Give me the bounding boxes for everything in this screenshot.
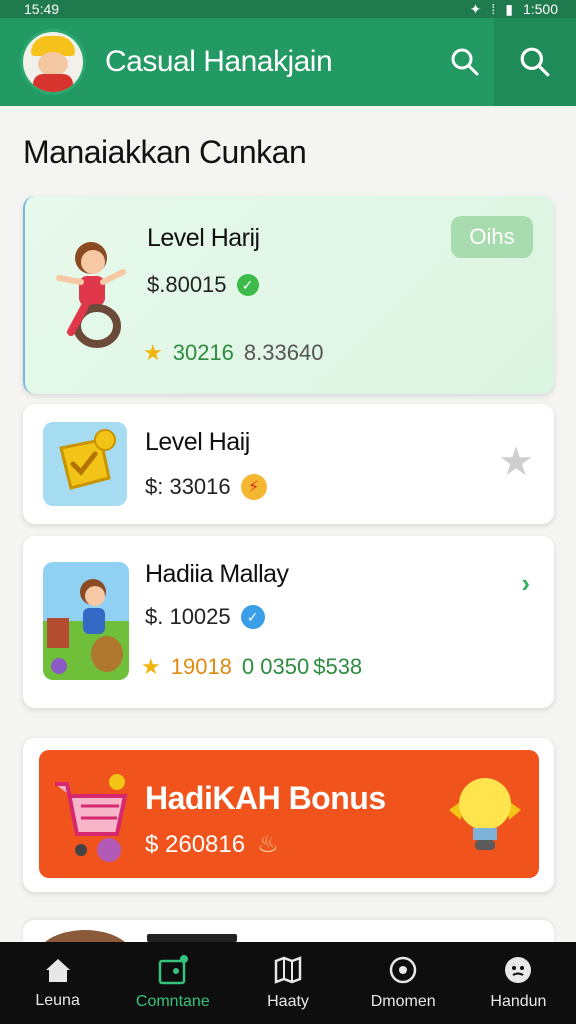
- star-icon: ★: [143, 340, 163, 365]
- card-price: $.80015 ✓: [147, 272, 259, 298]
- search-button-secondary[interactable]: [494, 18, 576, 106]
- battery-level: 1:500: [522, 1, 558, 17]
- wifi-icon: ✦: [469, 0, 482, 17]
- status-icons: ✦ ⁞ ▮ 1:500: [470, 1, 558, 18]
- app-title: Casual Hanakjain: [105, 45, 333, 78]
- nav-label: Comntane: [135, 993, 210, 1010]
- price-value: $.80015: [147, 272, 227, 297]
- nav-label: Haaty: [267, 993, 309, 1010]
- level-card[interactable]: Level Haij $: 33016 ⚡ ★: [23, 404, 554, 524]
- rating-value: 19018: [170, 654, 232, 679]
- section-title: Manaiakkan Cunkan: [23, 134, 307, 170]
- shopping-cart-icon: [55, 774, 128, 862]
- price-value: $. 10025: [145, 604, 231, 629]
- reward-card[interactable]: Hadiia Mallay $. 10025 ✓ › ★ 19018 0 035…: [23, 536, 554, 708]
- status-badge[interactable]: Oihs: [451, 216, 533, 258]
- nav-label: Dmomen: [370, 993, 436, 1010]
- check-icon: ✓: [236, 274, 259, 296]
- nav-label: Leuna: [35, 992, 80, 1009]
- nav-item-profile[interactable]: Handun: [461, 942, 576, 1024]
- nav-item-wallet[interactable]: Comntane: [115, 942, 230, 1024]
- search-icon: [520, 47, 550, 77]
- price-value: $: 33016: [145, 474, 231, 499]
- badge-thumbnail: [43, 422, 127, 506]
- card-stats: ★ 30216 8.33640: [143, 340, 323, 366]
- stat-value: 8.33640: [243, 340, 324, 365]
- card-stats: ★ 19018 0 0350 $538: [141, 654, 362, 680]
- shield-check-icon: [59, 429, 116, 490]
- chevron-right-icon[interactable]: ›: [521, 568, 530, 599]
- target-icon: [389, 956, 417, 984]
- girl-ring-illustration: [56, 242, 126, 348]
- search-button[interactable]: [436, 18, 494, 106]
- fire-icon: ⚡: [240, 474, 267, 500]
- nav-item-home[interactable]: Leuna: [0, 942, 115, 1024]
- map-icon: [274, 956, 302, 984]
- card-title: Level Haij: [145, 428, 250, 456]
- card-price: $. 10025 ✓: [145, 604, 265, 630]
- nav-label: Handun: [490, 993, 547, 1010]
- girl-garden-thumbnail: [43, 562, 129, 680]
- bonus-banner[interactable]: HadiKAH Bonus $ 260816 ♨: [39, 750, 539, 878]
- card-price: $: 33016 ⚡: [145, 474, 267, 500]
- bonus-price: $ 260816 ♨: [145, 830, 279, 859]
- status-time: 15:49: [24, 1, 60, 17]
- nav-item-map[interactable]: Haaty: [230, 942, 345, 1024]
- wallet-icon: [158, 955, 188, 985]
- level-card[interactable]: Level Harij $.80015 ✓ Oihs ★ 30216 8.336…: [23, 196, 554, 394]
- avatar[interactable]: [23, 32, 83, 92]
- price-value: $ 260816: [145, 830, 246, 858]
- battery-icon: ▮: [505, 0, 513, 17]
- rating-value: 30216: [172, 340, 234, 365]
- card-title: Hadiia Mallay: [145, 560, 289, 588]
- card-title: Level Harij: [147, 224, 260, 252]
- app-bar: Casual Hanakjain: [0, 18, 576, 106]
- signal-icon: ⁞: [491, 1, 496, 17]
- favorite-star-icon[interactable]: ★: [498, 442, 534, 482]
- status-bar: 15:49 ✦ ⁞ ▮ 1:500: [0, 0, 576, 18]
- stat-value: 0 0350: [241, 654, 310, 679]
- face-icon: [505, 957, 532, 983]
- flame-icon: ♨: [257, 831, 279, 858]
- lightbulb-icon: [449, 778, 521, 850]
- star-icon: ★: [141, 654, 161, 679]
- bonus-title: HadiKAH Bonus: [145, 780, 386, 816]
- stat-value-secondary: $538: [313, 654, 363, 679]
- search-icon: [451, 48, 479, 76]
- home-icon: [45, 959, 70, 982]
- nav-item-target[interactable]: Dmomen: [346, 942, 461, 1024]
- verified-icon: ✓: [240, 605, 265, 629]
- bottom-nav: Leuna Comntane Haaty Dmomen Handun: [0, 942, 576, 1024]
- bonus-card[interactable]: HadiKAH Bonus $ 260816 ♨: [23, 738, 554, 892]
